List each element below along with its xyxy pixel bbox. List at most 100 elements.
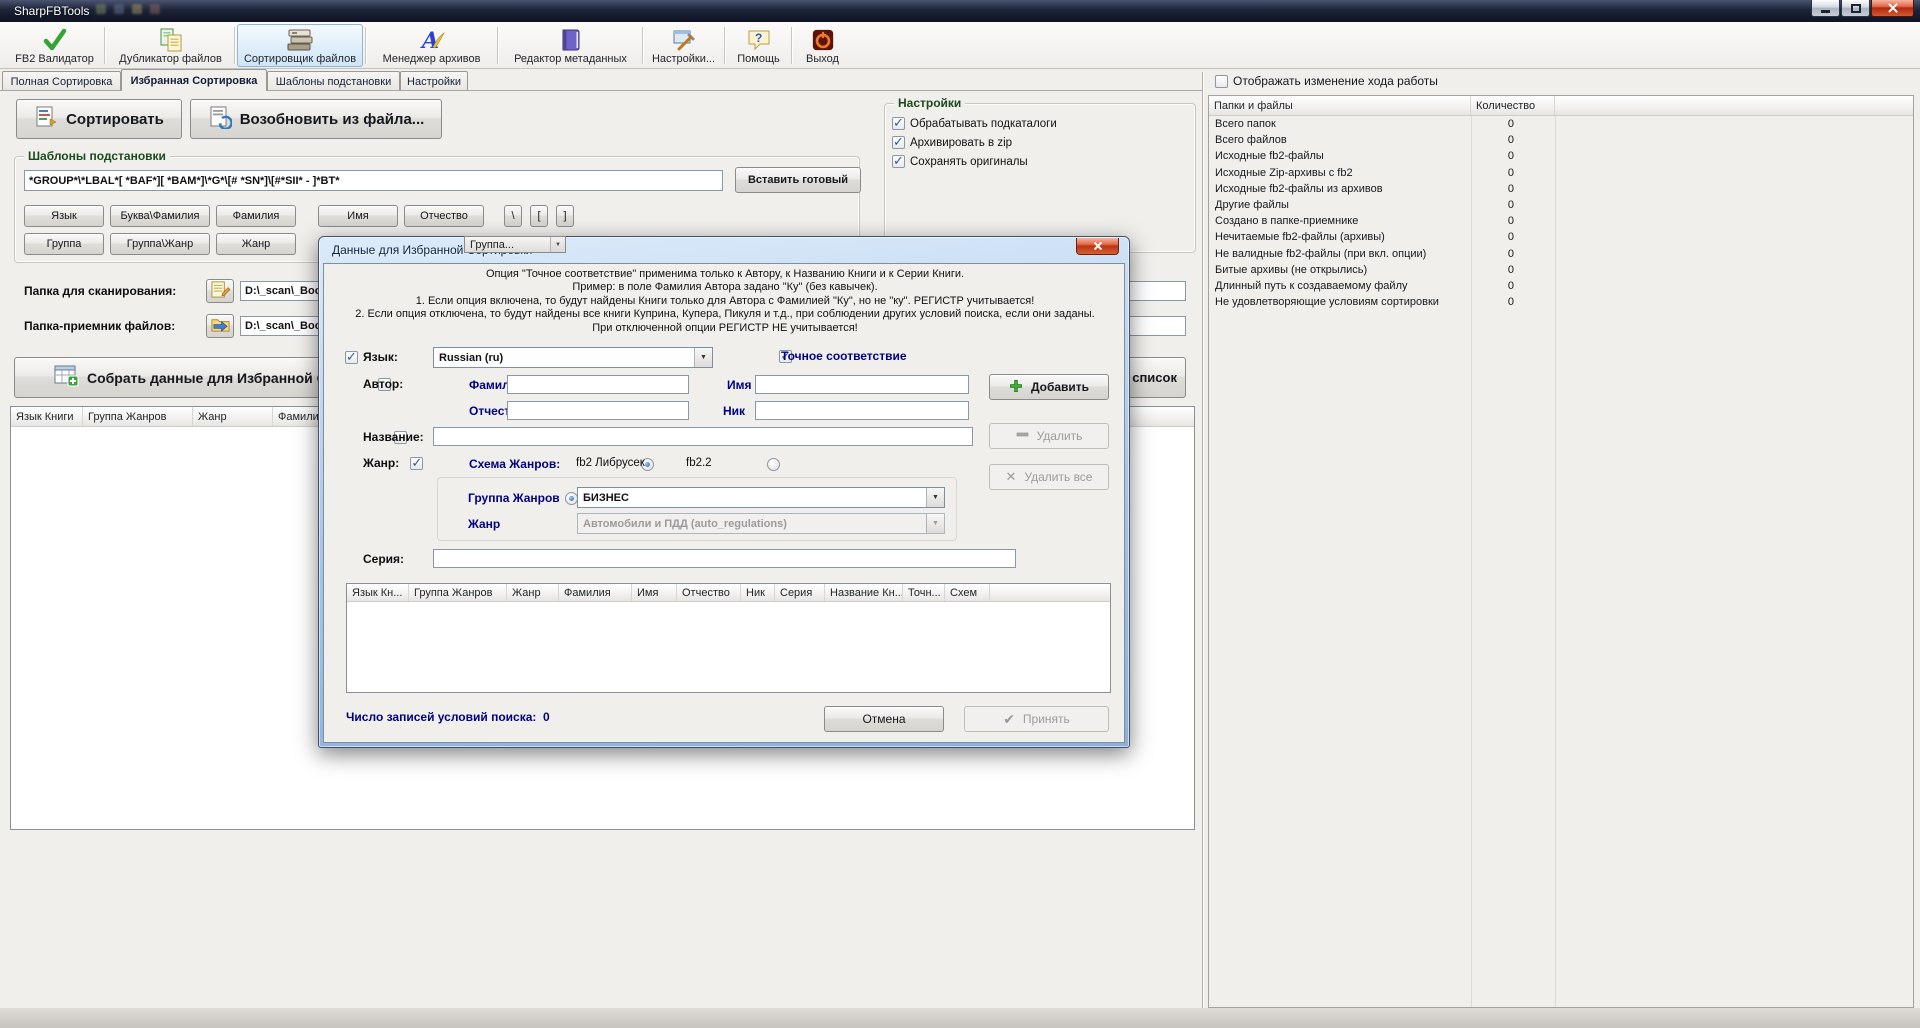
- cond-col[interactable]: Отчество: [677, 584, 741, 601]
- token-label: Язык: [51, 210, 77, 222]
- toolbar-item-duplicator[interactable]: Дубликатор файлов: [107, 24, 234, 67]
- series-input[interactable]: [433, 549, 1016, 568]
- author-label[interactable]: Автор:: [363, 377, 403, 391]
- cond-col[interactable]: Точн...: [903, 584, 945, 601]
- scheme-fb22-radio[interactable]: [767, 458, 781, 471]
- add-button[interactable]: Добавить: [989, 374, 1109, 400]
- stats-row-value: 0: [1507, 215, 1514, 228]
- exact-match-label[interactable]: Точное соответствие: [781, 349, 907, 363]
- token-button-group-genre[interactable]: Группа\Жанр: [110, 233, 210, 255]
- books-stack-icon: [286, 26, 314, 53]
- tab-substitution-templates[interactable]: Шаблоны подстановки: [267, 71, 400, 91]
- chevron-down-icon[interactable]: [926, 488, 944, 507]
- toolbar-item-metadata-editor[interactable]: Редактор метаданных: [501, 24, 640, 67]
- genre-label[interactable]: Жанр:: [363, 456, 399, 470]
- toolbar-item-help[interactable]: ? Помощь: [727, 24, 790, 67]
- author-lastname-input[interactable]: [507, 375, 689, 394]
- process-subfolders-label[interactable]: Обрабатывать подкаталоги: [910, 118, 1057, 130]
- token-button-genre[interactable]: Жанр: [216, 233, 296, 255]
- books-col-genre-group[interactable]: Группа Жанров: [83, 407, 193, 426]
- token-button-language[interactable]: Язык: [24, 205, 104, 227]
- token-button-backslash[interactable]: \: [504, 205, 522, 227]
- token-button-open-bracket[interactable]: [: [530, 205, 548, 227]
- toolbar-item-exit[interactable]: Выход: [795, 24, 850, 67]
- token-button-lastname[interactable]: Фамилия: [216, 205, 296, 227]
- author-nick-input[interactable]: [755, 401, 969, 420]
- author-middlename-input[interactable]: [507, 401, 689, 420]
- cond-col[interactable]: Название Кн...: [825, 584, 903, 601]
- language-label[interactable]: Язык:: [363, 350, 398, 364]
- author-firstname-input[interactable]: [755, 375, 969, 394]
- token-label: Отчество: [420, 210, 468, 222]
- close-button[interactable]: [1871, 0, 1914, 17]
- chevron-down-icon[interactable]: [694, 348, 712, 367]
- genre-group-radio-label[interactable]: Группа Жанров: [468, 491, 560, 505]
- language-combobox[interactable]: Russian (ru): [433, 347, 713, 368]
- progress-stats-list[interactable]: Папки и файлы Количество Всего папок 0 Вс…: [1208, 95, 1914, 1008]
- stats-row-value: 0: [1507, 150, 1514, 163]
- cond-col[interactable]: Группа Жанров: [409, 584, 507, 601]
- process-subfolders-checkbox[interactable]: [892, 115, 905, 131]
- cond-col[interactable]: Схем: [945, 584, 990, 601]
- archive-zip-checkbox[interactable]: [892, 134, 905, 150]
- conditions-table[interactable]: Язык Кн... Группа Жанров Жанр Фамилия Им…: [346, 583, 1111, 693]
- books-col-genre[interactable]: Жанр: [193, 407, 273, 426]
- toolbar-item-file-sorter[interactable]: Сортировщик файлов: [237, 24, 363, 67]
- window-title: SharpFBTools: [14, 4, 90, 18]
- records-count-label: Число записей условий поиска:: [346, 710, 537, 724]
- stats-col-count[interactable]: Количество: [1471, 96, 1555, 115]
- cond-col[interactable]: Жанр: [507, 584, 559, 601]
- tab-settings[interactable]: Настройки: [400, 71, 468, 91]
- scan-folder-browse-button[interactable]: [206, 279, 234, 303]
- show-progress-checkbox[interactable]: [1215, 74, 1228, 88]
- scheme-fb22-label[interactable]: fb2.2: [686, 457, 712, 469]
- language-checkbox[interactable]: [345, 349, 358, 365]
- toolbar-item-fb2-validator[interactable]: FB2 Валидатор: [6, 24, 103, 67]
- cond-col[interactable]: Язык Кн...: [347, 584, 409, 601]
- maximize-button[interactable]: [1841, 0, 1870, 17]
- genre-item-radio-label[interactable]: Жанр: [468, 517, 500, 531]
- book-title-input[interactable]: [433, 427, 973, 446]
- resume-from-file-button[interactable]: Возобновить из файла...: [190, 99, 442, 139]
- target-folder-browse-button[interactable]: [206, 314, 234, 338]
- toolbar-item-archive-manager[interactable]: A Менеджер архивов: [367, 24, 496, 67]
- minimize-button[interactable]: [1811, 0, 1840, 17]
- cond-col[interactable]: Фамилия: [559, 584, 632, 601]
- insert-ready-label: Вставить готовый: [747, 174, 849, 186]
- sort-button[interactable]: Сортировать: [16, 99, 182, 139]
- toolbar-item-settings[interactable]: Настройки...: [645, 24, 722, 67]
- info-line: Опция "Точное соответствие" применима то…: [485, 268, 965, 280]
- keep-originals-label[interactable]: Сохранять оригиналы: [910, 156, 1028, 168]
- cond-col[interactable]: Серия: [775, 584, 825, 601]
- window-titlebar[interactable]: SharpFBTools: [0, 0, 1920, 22]
- insert-ready-template-button[interactable]: Вставить готовый: [735, 167, 861, 193]
- cond-col[interactable]: Ник: [741, 584, 775, 601]
- books-col-language[interactable]: Язык Книги: [11, 407, 83, 426]
- scan-folder-label: Папка для сканирования:: [24, 284, 177, 298]
- token-button-middlename[interactable]: Отчество: [404, 205, 484, 227]
- book-title-label[interactable]: Название:: [363, 430, 424, 444]
- floating-combo-text: Группа...: [470, 238, 515, 251]
- cancel-button[interactable]: Отмена: [824, 706, 944, 732]
- token-button-group[interactable]: Группа: [24, 233, 104, 255]
- stats-col-files[interactable]: Папки и файлы: [1209, 96, 1471, 115]
- token-button-letter-lastname[interactable]: Буква\Фамилия: [110, 205, 210, 227]
- token-button-firstname[interactable]: Имя: [318, 205, 398, 227]
- tab-full-sort[interactable]: Полная Сортировка: [2, 71, 121, 91]
- scheme-librusek-label[interactable]: fb2 Либрусек: [576, 457, 645, 469]
- genre-checkbox[interactable]: [410, 455, 424, 471]
- show-progress-label[interactable]: Отображать изменение хода работы: [1233, 74, 1438, 88]
- dialog-close-button[interactable]: [1076, 238, 1119, 255]
- archive-zip-row: Архивировать в zip: [892, 134, 1012, 150]
- archive-zip-label[interactable]: Архивировать в zip: [910, 137, 1012, 149]
- tab-favorite-sort[interactable]: Избранная Сортировка: [121, 69, 267, 91]
- tab-label: Избранная Сортировка: [130, 74, 258, 87]
- series-label[interactable]: Серия:: [363, 552, 404, 566]
- cond-col[interactable]: Имя: [632, 584, 677, 601]
- glass-dot: [96, 4, 106, 14]
- token-button-close-bracket[interactable]: ]: [556, 205, 574, 227]
- genre-group-combobox[interactable]: БИЗНЕС: [577, 487, 945, 508]
- keep-originals-checkbox[interactable]: [892, 153, 905, 169]
- template-input[interactable]: [24, 170, 723, 191]
- svg-text:A: A: [420, 28, 439, 53]
